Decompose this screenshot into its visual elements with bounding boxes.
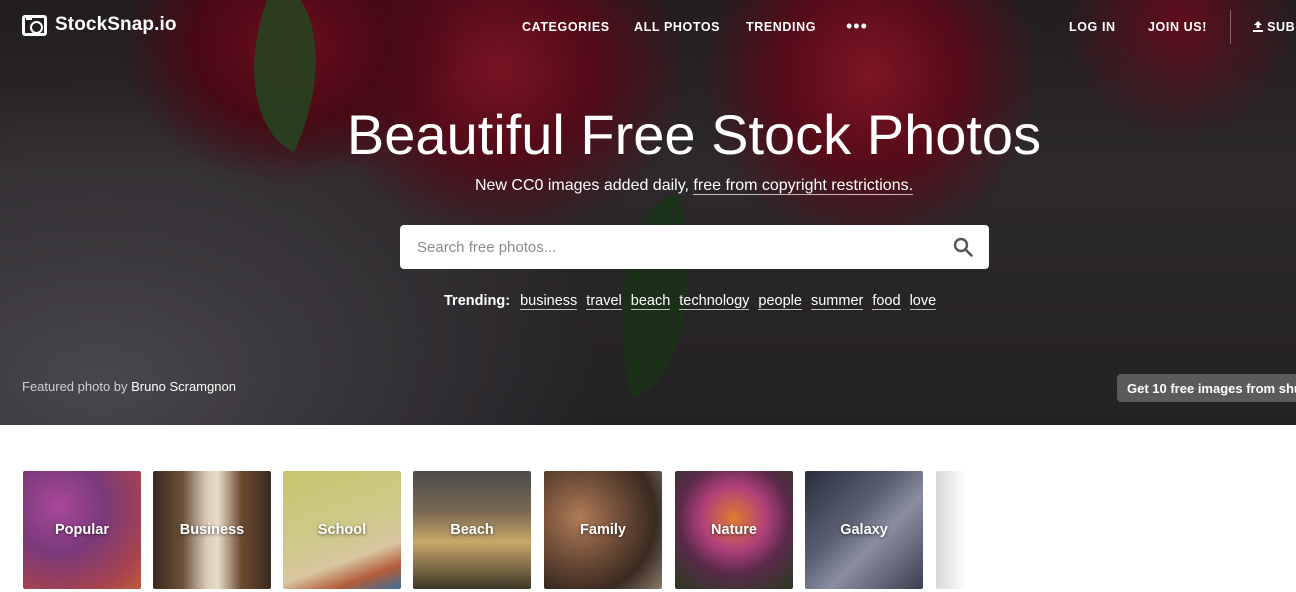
category-row: Popular Business School Beach Family Nat… xyxy=(0,471,1296,589)
credit-prefix: Featured photo by xyxy=(22,379,132,394)
trending-tag-business[interactable]: business xyxy=(520,293,578,310)
logo[interactable]: StockSnap.io xyxy=(22,14,177,36)
category-popular[interactable]: Popular xyxy=(23,471,141,589)
category-partial[interactable] xyxy=(936,471,966,589)
category-label: Galaxy xyxy=(840,522,888,538)
trending-tag-summer[interactable]: summer xyxy=(810,293,864,310)
photo-credit: Featured photo by Bruno Scramgnon xyxy=(22,379,236,394)
hero-subtitle: New CC0 images added daily, free from co… xyxy=(0,177,1296,195)
category-school[interactable]: School xyxy=(283,471,401,589)
category-label: Family xyxy=(580,522,626,538)
category-label: Beach xyxy=(450,522,494,538)
category-label: Popular xyxy=(55,522,109,538)
nav-all-photos[interactable]: ALL PHOTOS xyxy=(634,20,720,34)
trending-tag-technology[interactable]: technology xyxy=(679,293,750,310)
trending-tag-people[interactable]: people xyxy=(758,293,802,310)
brand-name: StockSnap.io xyxy=(55,14,177,35)
nav-categories[interactable]: CATEGORIES xyxy=(522,20,610,34)
category-beach[interactable]: Beach xyxy=(413,471,531,589)
nav-divider xyxy=(1230,10,1231,44)
category-business[interactable]: Business xyxy=(153,471,271,589)
login-link[interactable]: LOG IN xyxy=(1069,20,1116,34)
camera-icon xyxy=(22,14,47,36)
trending-tags: Trending: business travel beach technolo… xyxy=(444,293,937,310)
promo-button[interactable]: Get 10 free images from shut xyxy=(1117,374,1296,402)
category-label: School xyxy=(317,522,367,538)
top-nav: StockSnap.io CATEGORIES ALL PHOTOS TREND… xyxy=(0,0,1296,55)
search-input[interactable] xyxy=(400,227,920,267)
upload-icon xyxy=(1253,21,1263,32)
category-label: Nature xyxy=(711,522,757,538)
category-label: Business xyxy=(179,522,245,538)
submit-label: SUBI xyxy=(1267,20,1296,34)
trending-tag-food[interactable]: food xyxy=(872,293,901,310)
trending-tag-travel[interactable]: travel xyxy=(586,293,622,310)
more-menu-icon[interactable]: ••• xyxy=(846,16,868,37)
trending-tag-beach[interactable]: beach xyxy=(630,293,671,310)
category-family[interactable]: Family xyxy=(544,471,662,589)
nav-trending[interactable]: TRENDING xyxy=(746,20,816,34)
search-icon[interactable] xyxy=(953,237,973,257)
search-box xyxy=(400,225,989,269)
join-link[interactable]: JOIN US! xyxy=(1148,20,1207,34)
subtitle-text: New CC0 images added daily, xyxy=(474,177,694,194)
category-galaxy[interactable]: Galaxy xyxy=(805,471,923,589)
trending-tag-love[interactable]: love xyxy=(909,293,937,310)
hero-banner xyxy=(0,0,1296,425)
category-nature[interactable]: Nature xyxy=(675,471,793,589)
hero-title: Beautiful Free Stock Photos xyxy=(346,103,1042,166)
trending-label: Trending: xyxy=(444,293,511,309)
photographer-link[interactable]: Bruno Scramgnon xyxy=(131,379,236,394)
copyright-link[interactable]: free from copyright restrictions. xyxy=(693,177,914,195)
submit-link[interactable]: SUBI xyxy=(1253,20,1296,34)
